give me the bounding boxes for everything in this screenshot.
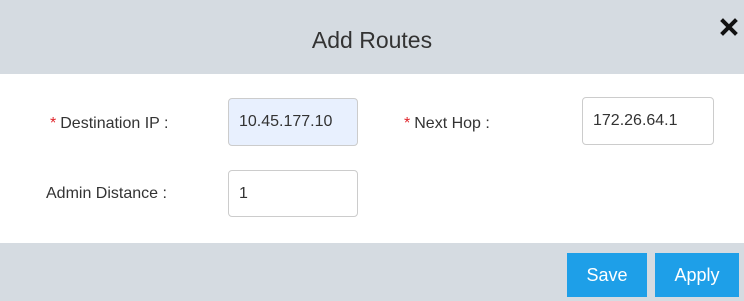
add-routes-dialog: Add Routes *Destination IP : *Next Hop :… <box>0 0 744 301</box>
admin-distance-label: Admin Distance : <box>46 185 167 202</box>
destination-ip-label: * Destination IP : <box>50 115 168 133</box>
dialog-title: Add Routes <box>311 27 433 53</box>
next-hop-label-text: Next Hop : <box>414 115 490 132</box>
admin-distance-input[interactable] <box>228 170 358 217</box>
destination-ip-input[interactable] <box>228 98 358 146</box>
apply-button[interactable]: Apply <box>655 253 739 297</box>
next-hop-label: * Next Hop : <box>404 115 490 133</box>
close-icon[interactable] <box>719 17 739 37</box>
required-mark: * <box>404 115 411 132</box>
destination-ip-label-text: Destination IP : <box>60 115 169 132</box>
save-button[interactable]: Save <box>567 253 647 297</box>
required-mark: * <box>50 115 57 132</box>
next-hop-input[interactable] <box>582 97 714 145</box>
